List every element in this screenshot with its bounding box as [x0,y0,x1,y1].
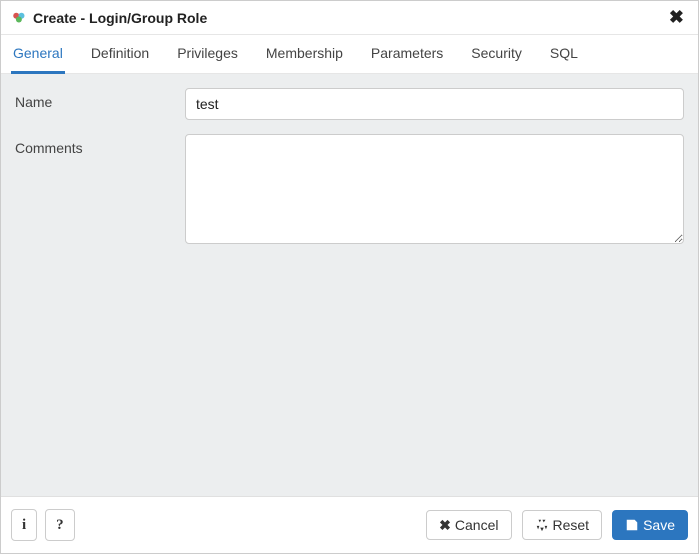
reset-label: Reset [553,517,590,534]
cancel-button[interactable]: ✖ Cancel [426,510,511,541]
help-button[interactable]: ? [45,509,75,541]
close-icon[interactable]: ✖ [665,7,688,28]
dialog-header: Create - Login/Group Role ✖ [1,1,698,35]
dialog-title-wrap: Create - Login/Group Role [11,10,665,26]
tab-sql[interactable]: SQL [548,35,580,74]
tab-bar: General Definition Privileges Membership… [1,35,698,74]
tab-parameters[interactable]: Parameters [369,35,445,74]
name-control [185,88,684,120]
info-button[interactable]: i [11,509,37,541]
save-icon [625,518,639,532]
tab-membership[interactable]: Membership [264,35,345,74]
tab-privileges[interactable]: Privileges [175,35,240,74]
dialog-footer: i ? ✖ Cancel Reset [1,496,698,553]
info-icon: i [22,516,26,534]
tab-general[interactable]: General [11,35,65,74]
row-comments: Comments [15,134,684,247]
cancel-label: Cancel [455,517,499,534]
tab-definition[interactable]: Definition [89,35,151,74]
comments-label: Comments [15,134,185,247]
footer-left: i ? [11,509,75,541]
group-role-icon [11,11,29,25]
dialog-title: Create - Login/Group Role [33,10,207,26]
recycle-icon [535,518,549,532]
comments-textarea[interactable] [185,134,684,244]
tab-security[interactable]: Security [469,35,524,74]
row-name: Name [15,88,684,120]
save-label: Save [643,517,675,534]
footer-right: ✖ Cancel Reset Save [426,510,688,541]
name-label: Name [15,88,185,120]
comments-control [185,134,684,247]
name-input[interactable] [185,88,684,120]
form-area: Name Comments [1,74,698,496]
create-role-dialog: Create - Login/Group Role ✖ General Defi… [0,0,699,554]
close-x-icon: ✖ [439,517,451,534]
save-button[interactable]: Save [612,510,688,541]
reset-button[interactable]: Reset [522,510,603,541]
question-icon: ? [56,516,64,534]
